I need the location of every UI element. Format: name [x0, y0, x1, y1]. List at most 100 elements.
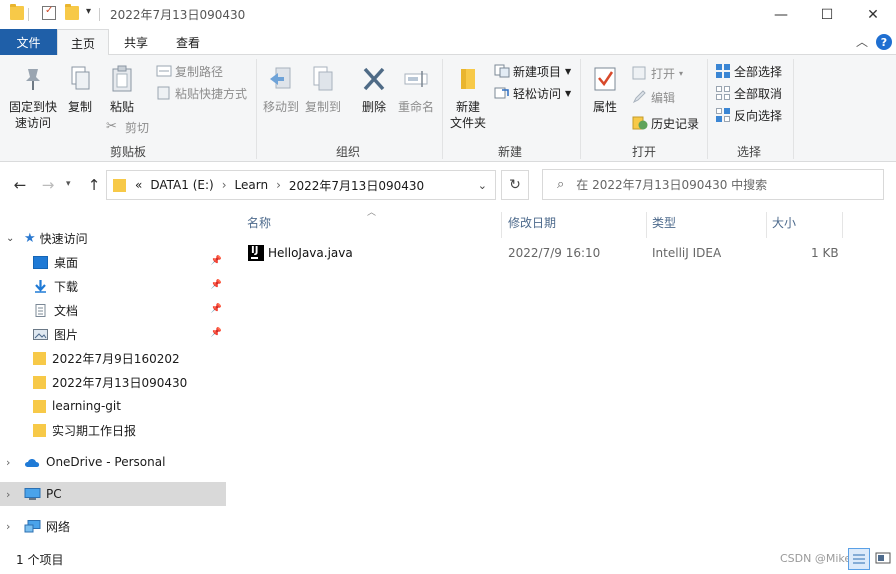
nav-quick-access[interactable]: ⌄ ★ 快速访问	[0, 226, 226, 250]
folder-icon	[113, 178, 126, 192]
breadcrumb-separator[interactable]: ›	[222, 178, 227, 192]
nav-network-label: 网络	[46, 519, 71, 534]
pin-to-quick-access-button[interactable]: 固定到快 速访问	[6, 65, 60, 131]
select-all-icon	[715, 64, 731, 78]
file-name[interactable]: HelloJava.java	[268, 246, 353, 260]
back-arrow-icon[interactable]: ←	[10, 176, 30, 194]
nav-pc[interactable]: › PC	[0, 482, 226, 506]
pin-icon[interactable]: 📌	[211, 280, 222, 290]
tab-view[interactable]: 查看	[164, 29, 212, 55]
refresh-button[interactable]: ↻	[501, 170, 529, 200]
pin-icon[interactable]: 📌	[211, 328, 222, 338]
move-to-button[interactable]: 移动到	[262, 65, 300, 115]
chevron-down-icon[interactable]: ⌄	[478, 179, 487, 192]
rename-icon	[403, 65, 429, 93]
nav-network[interactable]: › 网络	[0, 514, 226, 538]
breadcrumb-drive[interactable]: DATA1 (E:)	[150, 178, 213, 192]
maximize-button[interactable]: ☐	[804, 0, 850, 29]
select-none-button[interactable]: 全部取消	[715, 83, 782, 103]
help-icon[interactable]: ?	[876, 34, 892, 50]
recent-locations-dropdown-icon[interactable]: ▾	[66, 179, 71, 189]
column-header-name[interactable]: 名称	[247, 214, 271, 231]
navigation-pane: ⌄ ★ 快速访问 桌面 📌 下载 📌 文档 📌 图片 📌 2022年7月9日16…	[0, 210, 229, 540]
divider	[580, 59, 581, 159]
history-button[interactable]: 历史记录	[632, 113, 699, 133]
nav-item-label: 实习期工作日报	[52, 423, 137, 438]
column-header-modified[interactable]: 修改日期	[508, 214, 556, 231]
paste-shortcut-button[interactable]: 粘贴快捷方式	[156, 83, 247, 103]
collapse-ribbon-icon[interactable]: ︿	[856, 33, 868, 50]
chevron-right-icon[interactable]: ›	[6, 456, 18, 469]
nav-item-label: 图片	[54, 327, 79, 342]
properties-icon[interactable]: ✓	[42, 5, 56, 20]
pin-icon[interactable]: 📌	[211, 256, 222, 266]
group-label-new: 新建	[497, 145, 522, 159]
copy-path-button[interactable]: 复制路径	[156, 61, 223, 81]
pin-label: 固定到快 速访问	[8, 100, 57, 130]
group-label-organize: 组织	[335, 145, 360, 159]
cut-button[interactable]: ✂ 剪切	[106, 117, 149, 137]
tab-home[interactable]: 主页	[57, 29, 109, 56]
column-header-size[interactable]: 大小	[772, 214, 796, 231]
properties-button[interactable]: 属性	[586, 65, 624, 115]
quick-access-dropdown-icon[interactable]: ▾	[86, 6, 91, 17]
copy-button[interactable]: 复制	[62, 65, 98, 115]
intellij-java-icon: IJ	[248, 245, 264, 261]
new-item-button[interactable]: 新建项目 ▼	[494, 61, 571, 81]
scissors-icon: ✂	[106, 119, 117, 134]
invert-selection-button[interactable]: 反向选择	[715, 105, 782, 125]
minimize-button[interactable]: —	[758, 0, 804, 29]
paste-button[interactable]: 粘贴	[104, 65, 140, 115]
close-button[interactable]: ✕	[850, 0, 896, 29]
nav-item-folder[interactable]: 实习期工作日报	[0, 418, 226, 442]
cloud-icon	[24, 456, 41, 469]
breadcrumb-current-folder[interactable]: 2022年7月13日090430	[289, 177, 424, 194]
chevron-right-icon[interactable]: ›	[6, 488, 18, 501]
open-button[interactable]: 打开 ▾	[632, 63, 683, 83]
nav-item-documents[interactable]: 文档 📌	[0, 298, 226, 322]
refresh-icon: ↻	[509, 177, 521, 193]
nav-item-folder[interactable]: 2022年7月9日160202	[0, 346, 226, 370]
status-bar: 1 个项目 CSDN @Mike...	[0, 546, 896, 574]
chevron-down-icon[interactable]: ⌄	[6, 233, 18, 244]
delete-button[interactable]: 删除	[356, 65, 392, 115]
large-icons-view-button[interactable]	[873, 548, 895, 570]
nav-item-folder[interactable]: learning-git	[0, 394, 226, 418]
network-icon	[24, 519, 41, 533]
easy-access-button[interactable]: 轻松访问 ▼	[494, 83, 571, 103]
divider	[99, 8, 100, 21]
move-to-label: 移动到	[262, 100, 299, 114]
column-header-type[interactable]: 类型	[652, 214, 676, 231]
details-view-button[interactable]	[848, 548, 870, 570]
ribbon: 固定到快 速访问 复制 粘贴 复制路径 粘贴快捷方式 ✂ 剪切 剪贴板 移动到 …	[0, 55, 896, 162]
new-folder-button[interactable]: 新建 文件夹	[446, 65, 490, 131]
new-folder-icon[interactable]	[65, 4, 79, 20]
nav-item-label: 下载	[54, 279, 79, 294]
nav-item-folder[interactable]: 2022年7月13日090430	[0, 370, 226, 394]
nav-item-downloads[interactable]: 下载 📌	[0, 274, 226, 298]
search-placeholder: 在 2022年7月13日090430 中搜索	[576, 178, 768, 192]
nav-item-desktop[interactable]: 桌面 📌	[0, 250, 226, 274]
breadcrumb-separator[interactable]: ›	[276, 178, 281, 192]
easy-access-label: 轻松访问	[513, 86, 562, 101]
breadcrumb-learn[interactable]: Learn	[235, 178, 269, 192]
nav-item-pictures[interactable]: 图片 📌	[0, 322, 226, 346]
nav-onedrive[interactable]: › OneDrive - Personal	[0, 450, 226, 474]
tab-share[interactable]: 共享	[112, 29, 160, 55]
edit-button[interactable]: 编辑	[632, 87, 675, 107]
rename-button[interactable]: 重命名	[396, 65, 436, 115]
folder-icon	[33, 351, 46, 365]
select-all-button[interactable]: 全部选择	[715, 61, 782, 81]
pin-icon[interactable]: 📌	[211, 304, 222, 314]
address-overflow-icon[interactable]: «	[135, 178, 142, 192]
up-arrow-icon[interactable]: ↑	[84, 176, 104, 194]
address-bar[interactable]: « DATA1 (E:) › Learn › 2022年7月13日090430 …	[106, 170, 496, 200]
forward-arrow-icon[interactable]: →	[38, 176, 58, 194]
copy-to-button[interactable]: 复制到	[304, 65, 342, 115]
folder-icon	[33, 375, 46, 389]
search-input[interactable]: ⌕ 在 2022年7月13日090430 中搜索	[542, 169, 884, 200]
chevron-right-icon[interactable]: ›	[6, 520, 18, 533]
group-label-open: 打开	[631, 145, 656, 159]
group-label-clipboard: 剪贴板	[109, 145, 146, 159]
tab-file[interactable]: 文件	[0, 29, 57, 55]
